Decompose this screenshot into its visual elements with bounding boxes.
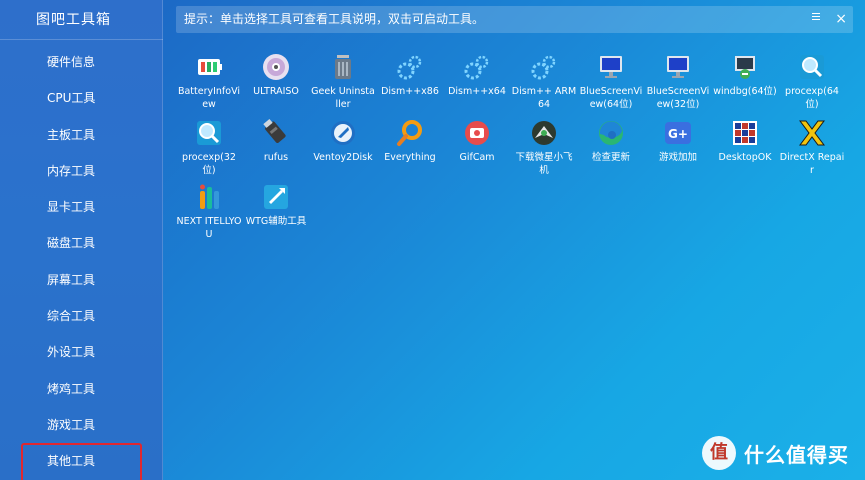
desktop-grid-icon	[733, 121, 757, 145]
magnifier-icon	[197, 121, 221, 145]
ventoy-icon	[331, 121, 355, 145]
tool-procexp-64[interactable]: procexp(64位)	[779, 52, 845, 111]
directx-icon	[799, 120, 825, 146]
camera-icon	[465, 121, 489, 145]
sidebar-item-cpu-tools[interactable]: CPU工具	[0, 80, 163, 116]
svg-text:G+: G+	[668, 127, 688, 141]
sidebar-item-game-tools[interactable]: 游戏工具	[0, 407, 163, 443]
tool-next-itellyou[interactable]: NEXT ITELLYOU	[176, 182, 242, 241]
tool-label: Dism++ ARM64	[511, 86, 577, 110]
sidebar-item-memory-tools[interactable]: 内存工具	[0, 153, 163, 189]
sidebar-item-other-tools[interactable]: 其他工具	[0, 443, 163, 480]
debugger-icon	[735, 56, 755, 79]
tool-label: Everything	[384, 152, 436, 163]
tool-label: rufus	[263, 152, 289, 163]
tool-dism-arm64[interactable]: Dism++ ARM64	[511, 52, 577, 111]
magnifier-icon	[800, 55, 824, 79]
tool-msi-afterburner-download[interactable]: 下载微星小飞机	[511, 118, 577, 177]
sidebar-item-general-tools[interactable]: 综合工具	[0, 298, 163, 334]
wtg-icon	[264, 185, 288, 209]
tool-game-plus[interactable]: G+ 游戏加加	[645, 118, 711, 164]
search-icon	[397, 120, 422, 146]
tool-label: windbg(64位)	[713, 86, 777, 97]
tool-rufus[interactable]: rufus	[243, 118, 309, 164]
menu-icon[interactable]	[812, 13, 820, 23]
watermark-text: 什么值得买	[744, 442, 849, 467]
tool-batteryinfoview[interactable]: BatteryInfoView	[176, 52, 242, 111]
sidebar-item-motherboard-tools[interactable]: 主板工具	[0, 117, 163, 153]
tool-gifcam[interactable]: GifCam	[444, 118, 510, 164]
tool-bluescreenview-64[interactable]: BlueScreenView(64位)	[578, 52, 644, 111]
monitor-icon	[667, 56, 689, 78]
edge-icon	[599, 121, 623, 145]
monitor-icon	[600, 56, 622, 78]
tool-label: Geek Uninstaller	[311, 86, 375, 110]
hint-bar: 提示：单击选择工具可查看工具说明，双击可启动工具。 ×	[176, 6, 853, 33]
tool-label: Dism++x86	[381, 86, 439, 97]
tool-label: procexp(32位)	[182, 152, 236, 176]
tool-label: DesktopOK	[718, 152, 772, 163]
tool-dism-x86[interactable]: Dism++x86	[377, 52, 443, 98]
tool-ventoy2disk[interactable]: Ventoy2Disk	[310, 118, 376, 164]
tool-label: Dism++x64	[448, 86, 506, 97]
watermark-logo: 值	[702, 436, 736, 470]
tool-label: Ventoy2Disk	[313, 152, 373, 163]
sidebar-item-disk-tools[interactable]: 磁盘工具	[0, 225, 163, 261]
sidebar-item-screen-tools[interactable]: 屏幕工具	[0, 262, 163, 298]
hint-text: 提示：单击选择工具可查看工具说明，双击可启动工具。	[184, 12, 485, 26]
tool-label: 游戏加加	[658, 152, 697, 163]
sidebar-item-gpu-tools[interactable]: 显卡工具	[0, 189, 163, 225]
app-title: 图吧工具箱	[0, 0, 163, 40]
tool-wtg-helper[interactable]: WTG辅助工具	[243, 182, 309, 228]
tool-label: BlueScreenView(64位)	[579, 86, 643, 110]
tool-label: BatteryInfoView	[177, 86, 241, 110]
tool-dism-x64[interactable]: Dism++x64	[444, 52, 510, 98]
tool-geek-uninstaller[interactable]: Geek Uninstaller	[310, 52, 376, 111]
tool-procexp-32[interactable]: procexp(32位)	[176, 118, 242, 177]
gear-icon	[531, 55, 556, 80]
tool-check-update[interactable]: 检查更新	[578, 118, 644, 164]
sidebar-item-hardware-info[interactable]: 硬件信息	[0, 44, 163, 80]
tool-ultraiso[interactable]: ULTRAISO	[243, 52, 309, 98]
usb-drive-icon	[263, 118, 286, 143]
game-plus-icon: G+	[665, 122, 691, 144]
battery-icon	[198, 59, 222, 75]
tool-grid: BatteryInfoView ULTRAISO Geek Uninstalle…	[176, 48, 856, 248]
sidebar-item-peripheral-tools[interactable]: 外设工具	[0, 334, 163, 370]
trash-can-icon	[335, 55, 351, 79]
close-icon[interactable]: ×	[835, 6, 847, 33]
tool-directx-repair[interactable]: DirectX Repair	[779, 118, 845, 177]
tool-label: NEXT ITELLYOU	[176, 216, 242, 240]
tool-label: GifCam	[459, 152, 495, 163]
side-menu: 硬件信息 CPU工具 主板工具 内存工具 显卡工具 磁盘工具 屏幕工具 综合工具…	[0, 44, 163, 480]
gear-icon	[397, 55, 422, 80]
afterburner-icon	[532, 121, 556, 145]
tool-everything[interactable]: Everything	[377, 118, 443, 164]
gear-icon	[464, 55, 489, 80]
tool-desktopok[interactable]: DesktopOK	[712, 118, 778, 164]
tool-label: ULTRAISO	[253, 86, 299, 97]
next-itellyou-icon	[200, 184, 219, 209]
tool-label: DirectX Repair	[779, 152, 845, 176]
tool-label: procexp(64位)	[785, 86, 839, 110]
tool-label: WTG辅助工具	[245, 216, 307, 227]
tool-windbg-64[interactable]: windbg(64位)	[712, 52, 778, 98]
tool-label: 检查更新	[591, 152, 630, 163]
sidebar: 图吧工具箱 硬件信息 CPU工具 主板工具 内存工具 显卡工具 磁盘工具 屏幕工…	[0, 0, 163, 480]
tool-label: BlueScreenView(32位)	[646, 86, 710, 110]
site-watermark: 值 什么值得买	[702, 436, 849, 470]
disc-icon	[263, 54, 289, 80]
tool-bluescreenview-32[interactable]: BlueScreenView(32位)	[645, 52, 711, 111]
tool-label: 下载微星小飞机	[515, 152, 573, 176]
sidebar-item-stress-test-tools[interactable]: 烤鸡工具	[0, 371, 163, 407]
